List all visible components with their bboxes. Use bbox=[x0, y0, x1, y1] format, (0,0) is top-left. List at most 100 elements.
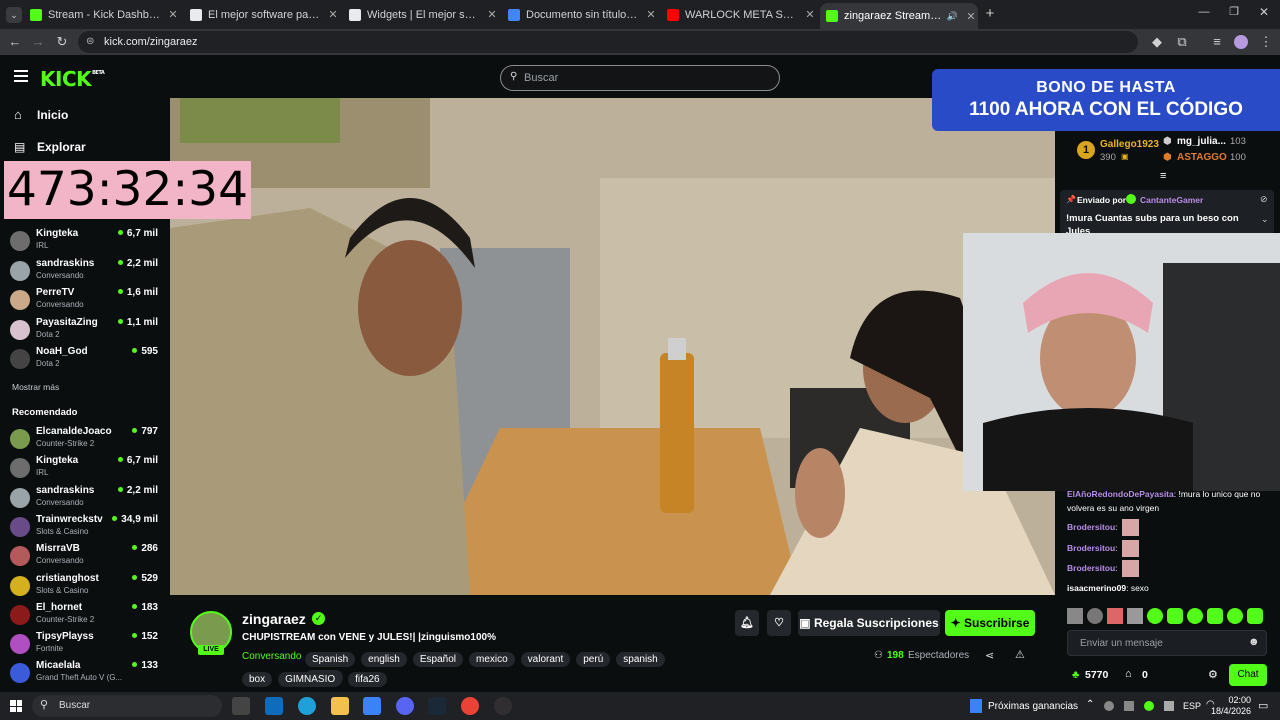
leaderboard-name[interactable]: ASTAGGO bbox=[1177, 152, 1227, 163]
obs-icon[interactable] bbox=[494, 697, 512, 715]
chat-send-button[interactable]: Chat bbox=[1229, 664, 1267, 686]
emote-icon[interactable] bbox=[1227, 608, 1243, 624]
tray-icon[interactable] bbox=[1124, 701, 1134, 711]
nav-item-explorar[interactable]: ▤ Explorar bbox=[14, 138, 164, 158]
emote-icon[interactable] bbox=[1207, 608, 1223, 624]
address-bar[interactable]: ⊜ kick.com/zingaraez bbox=[78, 31, 1138, 53]
emote-icon[interactable] bbox=[1187, 608, 1203, 624]
new-tab-button[interactable]: + bbox=[982, 6, 998, 22]
notifications-icon[interactable]: ▭ bbox=[1258, 699, 1268, 712]
leaderboard-name[interactable]: mg_julia... bbox=[1177, 136, 1226, 147]
notification-bell-button[interactable]: 🔔︎ bbox=[735, 610, 759, 636]
sidebar-channel[interactable]: Trainwreckstv Slots & Casino 34,9 mil bbox=[10, 514, 164, 542]
report-icon[interactable]: ⚠ bbox=[1015, 648, 1025, 661]
chat-input[interactable]: Enviar un mensaje ☻ bbox=[1067, 630, 1267, 656]
channel-name[interactable]: zingaraez bbox=[242, 611, 306, 627]
extension-icon[interactable]: ◆ bbox=[1147, 32, 1167, 52]
tray-icon[interactable] bbox=[1104, 701, 1114, 711]
leaderboard-toggle-icon[interactable]: ≡ bbox=[1160, 170, 1166, 182]
windows-start-icon[interactable] bbox=[10, 700, 22, 712]
task-view-icon[interactable] bbox=[232, 697, 250, 715]
store-icon[interactable]: ⌂ bbox=[1125, 668, 1132, 680]
emote-icon[interactable] bbox=[1107, 608, 1123, 624]
stream-category[interactable]: Conversando bbox=[242, 651, 301, 662]
stream-tag[interactable]: box bbox=[242, 672, 273, 687]
edge-icon[interactable] bbox=[298, 697, 316, 715]
close-tab-icon[interactable]: ✕ bbox=[644, 8, 658, 21]
sidebar-channel[interactable]: MisrraVB Conversando 286 bbox=[10, 543, 164, 571]
chat-username[interactable]: Brodersitou bbox=[1067, 522, 1115, 532]
sidebar-channel[interactable]: ElcanaldeJoaco Counter-Strike 2 797 bbox=[10, 426, 164, 454]
kick-logo[interactable]: KICKBETA bbox=[40, 67, 105, 91]
back-icon[interactable]: ← bbox=[5, 32, 25, 52]
stream-tag[interactable]: valorant bbox=[520, 652, 571, 667]
stream-tag[interactable]: perú bbox=[576, 652, 611, 667]
stream-tag[interactable]: english bbox=[361, 652, 407, 667]
subscribe-button[interactable]: ✦ Suscribirse bbox=[945, 610, 1035, 636]
store-icon[interactable] bbox=[363, 697, 381, 715]
reload-icon[interactable]: ↻ bbox=[52, 32, 72, 52]
sidebar-channel[interactable]: TipsyPlayss Fortnite 152 bbox=[10, 631, 164, 659]
audio-playing-icon[interactable]: 🔊 bbox=[947, 11, 958, 22]
sidebar-channel[interactable]: sandraskins Conversando 2,2 mil bbox=[10, 258, 164, 286]
sidebar-channel[interactable]: Micaelala Grand Theft Auto V (G... 133 bbox=[10, 660, 164, 688]
steam-icon[interactable] bbox=[428, 697, 446, 715]
browser-tab[interactable]: Widgets | El mejor software para ✕ bbox=[349, 4, 499, 25]
browser-menu-icon[interactable]: ⋮ bbox=[1256, 32, 1276, 52]
site-info-icon[interactable]: ⊜ bbox=[86, 31, 94, 53]
expand-chevron-icon[interactable]: ⌄ bbox=[1261, 214, 1269, 225]
emoji-picker-icon[interactable]: ☻ bbox=[1248, 636, 1260, 648]
close-tab-icon[interactable]: ✕ bbox=[964, 10, 978, 23]
close-tab-icon[interactable]: ✕ bbox=[803, 8, 817, 21]
browser-tab[interactable]: El mejor software para potenciar ✕ bbox=[190, 4, 340, 25]
forward-icon[interactable]: → bbox=[28, 32, 48, 52]
hamburger-menu-icon[interactable] bbox=[14, 70, 28, 82]
search-box[interactable]: ⚲ Buscar bbox=[500, 65, 780, 91]
browser-tab-active[interactable]: zingaraez Stream - Watch L 🔊 ✕ bbox=[820, 3, 978, 29]
emote-icon[interactable] bbox=[1167, 608, 1183, 624]
show-more-link[interactable]: Mostrar más bbox=[12, 382, 59, 392]
tray-icon[interactable] bbox=[1164, 701, 1174, 711]
sidebar-channel[interactable]: cristianghost Slots & Casino 529 bbox=[10, 573, 164, 601]
close-tab-icon[interactable]: ✕ bbox=[485, 8, 499, 21]
nav-item-inicio[interactable]: ⌂ Inicio bbox=[14, 106, 164, 126]
clock-date[interactable]: 18/4/2026 bbox=[1203, 706, 1251, 716]
channel-points-icon[interactable]: ♣ bbox=[1072, 669, 1079, 681]
browser-tab[interactable]: Stream - Kick Dashboard ✕ bbox=[30, 4, 180, 25]
share-icon[interactable]: ⋖ bbox=[985, 649, 994, 662]
emote-icon[interactable] bbox=[1067, 608, 1083, 624]
chrome-icon[interactable] bbox=[461, 697, 479, 715]
video-player[interactable] bbox=[170, 98, 1055, 595]
emote-icon[interactable] bbox=[1127, 608, 1143, 624]
clock-time[interactable]: 02:00 bbox=[1213, 695, 1251, 705]
restore-window-icon[interactable]: ❐ bbox=[1226, 5, 1242, 18]
minimize-window-icon[interactable]: — bbox=[1196, 6, 1212, 18]
stream-tag[interactable]: fifa26 bbox=[348, 672, 387, 687]
extensions-puzzle-icon[interactable]: ⧉ bbox=[1172, 32, 1192, 52]
unpin-icon[interactable]: ⊘ bbox=[1260, 194, 1268, 205]
earnings-widget[interactable]: Próximas ganancias bbox=[988, 701, 1078, 712]
sidebar-channel[interactable]: El_hornet Counter-Strike 2 183 bbox=[10, 602, 164, 630]
close-tab-icon[interactable]: ✕ bbox=[166, 8, 180, 21]
taskbar-search[interactable]: ⚲ Buscar bbox=[32, 695, 222, 717]
close-tab-icon[interactable]: ✕ bbox=[326, 8, 340, 21]
stream-tag[interactable]: Español bbox=[412, 652, 463, 667]
close-window-icon[interactable]: ✕ bbox=[1256, 5, 1272, 19]
sidebar-channel[interactable]: NoaH_God Dota 2 595 bbox=[10, 346, 164, 374]
tab-search-button[interactable]: ⌄ bbox=[6, 7, 22, 23]
chat-username[interactable]: Brodersitou bbox=[1067, 563, 1115, 573]
chat-username[interactable]: isaacmerino09 bbox=[1067, 583, 1126, 593]
follow-heart-button[interactable]: ♡ bbox=[767, 610, 791, 636]
profile-avatar[interactable] bbox=[1234, 35, 1248, 49]
file-explorer-icon[interactable] bbox=[331, 697, 349, 715]
emote-icon[interactable] bbox=[1147, 608, 1163, 624]
gift-subs-button[interactable]: ▣ Regala Suscripciones bbox=[798, 610, 940, 636]
stream-tag[interactable]: spanish bbox=[616, 652, 665, 667]
emote-icon[interactable] bbox=[1087, 608, 1103, 624]
pinned-by-user[interactable]: CantanteGamer bbox=[1140, 195, 1203, 205]
language-indicator[interactable]: ESP bbox=[1183, 701, 1201, 711]
chat-username[interactable]: Brodersitou bbox=[1067, 543, 1115, 553]
discord-icon[interactable] bbox=[396, 697, 414, 715]
chat-settings-icon[interactable]: ⚙ bbox=[1208, 668, 1218, 681]
sidebar-channel[interactable]: PerreTV Conversando 1,6 mil bbox=[10, 287, 164, 315]
